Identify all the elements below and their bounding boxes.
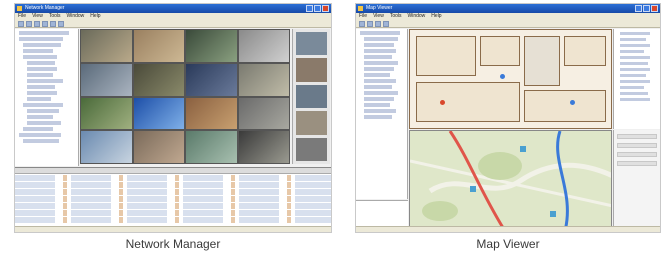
toolbar-button[interactable] bbox=[34, 21, 40, 27]
street-map-view[interactable] bbox=[409, 130, 612, 230]
object-tree[interactable] bbox=[613, 29, 660, 129]
floor-room bbox=[480, 36, 520, 66]
camera-view[interactable] bbox=[133, 63, 184, 96]
thumbnail[interactable] bbox=[296, 137, 327, 162]
camera-view[interactable] bbox=[186, 30, 237, 62]
floor-room bbox=[564, 36, 606, 66]
camera-view[interactable] bbox=[81, 131, 132, 163]
map-viewer-screenshot: Map Viewer File View Tools Window Help bbox=[355, 3, 661, 233]
camera-view[interactable] bbox=[238, 30, 289, 62]
thumbnail[interactable] bbox=[296, 111, 327, 135]
toolbar-button[interactable] bbox=[26, 21, 32, 27]
floor-room bbox=[524, 36, 560, 86]
caption-map-viewer: Map Viewer bbox=[476, 237, 540, 251]
toolbar bbox=[15, 20, 331, 28]
title-bar: Network Manager bbox=[15, 4, 331, 13]
camera-view[interactable] bbox=[133, 30, 184, 62]
camera-grid bbox=[80, 29, 290, 164]
app-icon bbox=[358, 6, 363, 11]
window-title: Network Manager bbox=[25, 5, 65, 11]
camera-marker[interactable] bbox=[570, 100, 575, 105]
thumbnail[interactable] bbox=[296, 58, 327, 82]
floor-room bbox=[416, 82, 520, 122]
camera-view[interactable] bbox=[238, 97, 289, 130]
property-field[interactable] bbox=[617, 152, 657, 157]
properties-panel bbox=[613, 130, 660, 230]
camera-view[interactable] bbox=[186, 131, 237, 163]
maximize-button[interactable] bbox=[643, 5, 650, 12]
property-field[interactable] bbox=[617, 134, 657, 139]
menu-view[interactable]: View bbox=[32, 13, 43, 20]
network-manager-screenshot: Network Manager File View Tools Window H… bbox=[14, 3, 332, 233]
camera-view[interactable] bbox=[238, 131, 289, 163]
table-row[interactable] bbox=[15, 182, 331, 188]
toolbar-button[interactable] bbox=[367, 21, 373, 27]
app-icon bbox=[17, 6, 22, 11]
floor-room bbox=[416, 36, 476, 76]
menu-view[interactable]: View bbox=[373, 13, 384, 20]
camera-marker[interactable] bbox=[500, 74, 505, 79]
property-field[interactable] bbox=[617, 143, 657, 148]
device-tree[interactable] bbox=[15, 29, 79, 166]
menu-file[interactable]: File bbox=[18, 13, 26, 20]
camera-view[interactable] bbox=[186, 63, 237, 96]
title-bar: Map Viewer bbox=[356, 4, 660, 13]
minimize-button[interactable] bbox=[306, 5, 313, 12]
map-tree[interactable] bbox=[356, 29, 408, 199]
thumbnail[interactable] bbox=[296, 84, 327, 109]
camera-view[interactable] bbox=[238, 63, 289, 96]
menu-bar: File View Tools Window Help bbox=[15, 13, 331, 20]
layer-list[interactable] bbox=[356, 200, 408, 228]
toolbar-button[interactable] bbox=[375, 21, 381, 27]
menu-help[interactable]: Help bbox=[90, 13, 100, 20]
property-field[interactable] bbox=[617, 161, 657, 166]
menu-window[interactable]: Window bbox=[408, 13, 426, 20]
window-title: Map Viewer bbox=[366, 5, 393, 11]
table-row[interactable] bbox=[15, 210, 331, 216]
toolbar-button[interactable] bbox=[42, 21, 48, 27]
floor-plan-view[interactable] bbox=[409, 29, 612, 129]
table-row[interactable] bbox=[15, 217, 331, 223]
camera-view[interactable] bbox=[133, 131, 184, 163]
table-header bbox=[15, 168, 331, 174]
thumbnail[interactable] bbox=[296, 32, 327, 56]
camera-view[interactable] bbox=[81, 63, 132, 96]
menu-help[interactable]: Help bbox=[431, 13, 441, 20]
close-button[interactable] bbox=[322, 5, 329, 12]
close-button[interactable] bbox=[651, 5, 658, 12]
table-row[interactable] bbox=[15, 203, 331, 209]
event-log-table[interactable] bbox=[15, 167, 331, 228]
table-row[interactable] bbox=[15, 175, 331, 181]
table-row[interactable] bbox=[15, 189, 331, 195]
status-bar bbox=[356, 226, 660, 232]
menu-tools[interactable]: Tools bbox=[390, 13, 402, 20]
street-map bbox=[410, 131, 611, 229]
floor-room bbox=[524, 90, 606, 122]
toolbar-button[interactable] bbox=[359, 21, 365, 27]
camera-view[interactable] bbox=[133, 97, 184, 130]
menu-file[interactable]: File bbox=[359, 13, 367, 20]
status-bar bbox=[15, 226, 331, 232]
camera-marker[interactable] bbox=[440, 100, 445, 105]
preview-thumbnails bbox=[292, 29, 330, 164]
table-row[interactable] bbox=[15, 196, 331, 202]
menu-tools[interactable]: Tools bbox=[49, 13, 61, 20]
camera-view[interactable] bbox=[186, 97, 237, 130]
toolbar bbox=[356, 20, 660, 28]
caption-network-manager: Network Manager bbox=[125, 237, 221, 251]
camera-view[interactable] bbox=[81, 30, 132, 62]
maximize-button[interactable] bbox=[314, 5, 321, 12]
toolbar-button[interactable] bbox=[50, 21, 56, 27]
minimize-button[interactable] bbox=[635, 5, 642, 12]
toolbar-button[interactable] bbox=[58, 21, 64, 27]
menu-window[interactable]: Window bbox=[67, 13, 85, 20]
camera-view[interactable] bbox=[81, 97, 132, 130]
toolbar-button[interactable] bbox=[18, 21, 24, 27]
toolbar-button[interactable] bbox=[383, 21, 389, 27]
menu-bar: File View Tools Window Help bbox=[356, 13, 660, 20]
